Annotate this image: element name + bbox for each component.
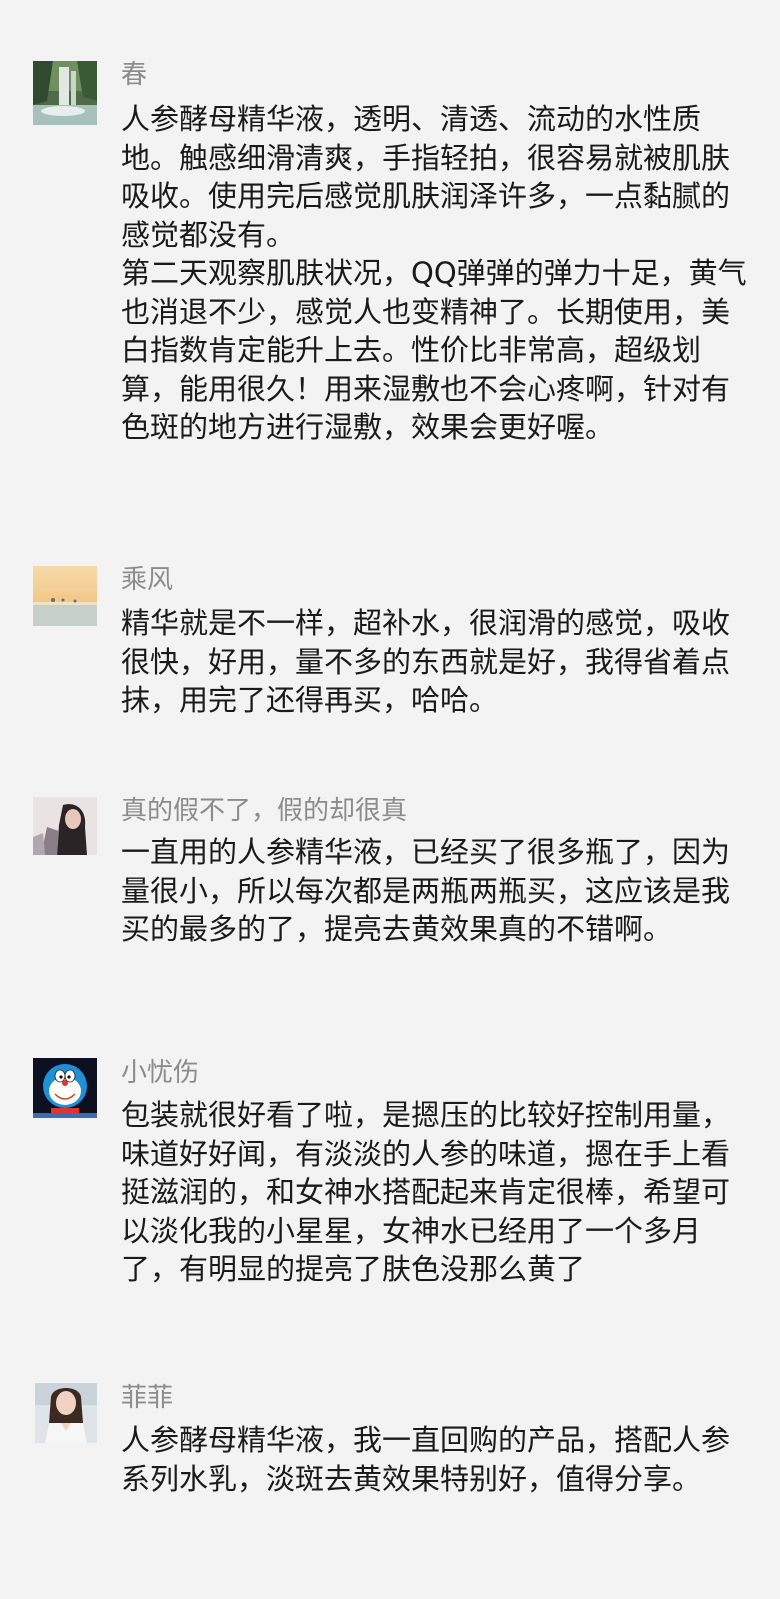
avatar[interactable]: [33, 566, 97, 626]
doraemon-avatar-icon: [33, 1058, 97, 1118]
avatar[interactable]: [33, 797, 97, 855]
avatar[interactable]: [33, 61, 97, 125]
girl-portrait-avatar-icon: [33, 797, 97, 855]
comment-text: 人参酵母精华液，透明、清透、流动的水性质地。触感细滑清爽，手指轻拍，很容易就被肌…: [121, 102, 747, 444]
comment-text: 包装就很好看了啦，是摁压的比较好控制用量，味道好好闻，有淡淡的人参的味道，摁在手…: [121, 1098, 731, 1286]
woman-portrait-avatar-icon: [35, 1383, 97, 1443]
avatar[interactable]: [33, 1058, 97, 1118]
waterfall-forest-avatar-icon: [33, 61, 97, 125]
sunset-sea-avatar-icon: [33, 566, 97, 626]
comment-text: 精华就是不一样，超补水，很润滑的感觉，吸收很快，好用，量不多的东西就是好，我得省…: [121, 606, 731, 717]
comment-text: 人参酵母精华液，我一直回购的产品，搭配人参系列水乳，淡斑去黄效果特别好，值得分享…: [121, 1423, 731, 1496]
nickname: 小忧伤: [121, 1058, 200, 1088]
comment-text: 一直用的人参精华液，已经买了很多瓶了，因为量很小，所以每次都是两瓶两瓶买，这应该…: [121, 835, 731, 946]
nickname: 菲菲: [121, 1383, 174, 1413]
avatar[interactable]: [35, 1383, 97, 1443]
nickname: 乘风: [121, 565, 174, 595]
nickname: 春: [121, 60, 148, 90]
nickname: 真的假不了，假的却很真: [121, 796, 408, 826]
